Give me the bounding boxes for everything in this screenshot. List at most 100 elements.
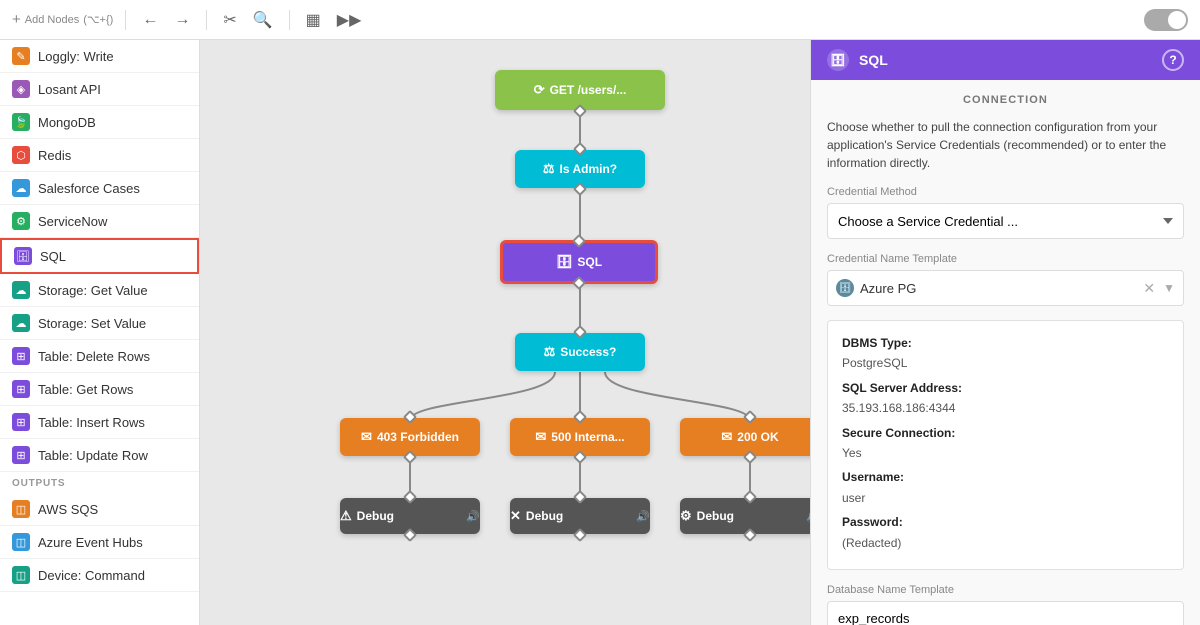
debug-toggle-switch[interactable] [1144,9,1188,31]
credential-method-select[interactable]: Choose a Service Credential ... [827,203,1184,239]
sql-in-connector [572,234,586,248]
debug2-out-connector [573,528,587,542]
node-get-users[interactable]: ⟳ GET /users/... [495,70,665,110]
sidebar-item-table-insert-rows[interactable]: ⊞ Table: Insert Rows [0,406,199,439]
sql-icon: 🗄 [14,247,32,265]
debug2-icon: ✕ [510,508,521,524]
node-is-admin[interactable]: ⚖ Is Admin? [515,150,645,188]
aws-sqs-icon: ◫ [12,500,30,518]
sidebar-item-azure-event-hubs[interactable]: ◫ Azure Event Hubs [0,526,199,559]
credential-name-clear-button[interactable]: ✕ [1141,278,1157,299]
ok-in-connector [743,410,757,424]
sidebar-item-losant-api[interactable]: ◈ Losant API [0,73,199,106]
main-area: ✎ Loggly: Write ◈ Losant API 🍃 MongoDB ⬡… [0,40,1200,625]
internal-out-connector [573,450,587,464]
get-users-out-connector [573,104,587,118]
credential-method-field: Choose a Service Credential ... [827,203,1184,239]
panel-body: CONNECTION Choose whether to pull the co… [811,80,1200,625]
node-403-forbidden[interactable]: ✉ 403 Forbidden [340,418,480,456]
sidebar-item-table-delete-rows[interactable]: ⊞ Table: Delete Rows [0,340,199,373]
outputs-section-label: OUTPUTS [0,472,199,493]
sidebar-item-mongodb[interactable]: 🍃 MongoDB [0,106,199,139]
canvas-connections [200,40,810,625]
panel-section-title: CONNECTION [827,94,1184,106]
forbidden-out-connector [403,450,417,464]
credential-name-dropdown-button[interactable]: ▼ [1163,281,1175,295]
success-icon: ⚖ [544,344,556,360]
debug3-out-connector [743,528,757,542]
salesforce-icon: ☁ [12,179,30,197]
node-debug-1[interactable]: ⚠ Debug 🔊 [340,498,480,534]
sidebar-item-salesforce-cases[interactable]: ☁ Salesforce Cases [0,172,199,205]
success-in-connector [573,325,587,339]
debug-toggle-button[interactable]: ▶▶ [333,8,366,32]
sql-out-connector [572,276,586,290]
db-name-input[interactable] [827,601,1184,625]
debug1-icon: ⚠ [340,508,352,524]
debug1-in-connector [403,490,417,504]
mongodb-icon: 🍃 [12,113,30,131]
table-delete-icon: ⊞ [12,347,30,365]
azure-hubs-icon: ◫ [12,533,30,551]
sidebar-item-servicenow[interactable]: ⚙ ServiceNow [0,205,199,238]
debug2-in-connector [573,490,587,504]
undo-button[interactable]: ← [138,9,162,31]
sidebar-item-sql[interactable]: 🗄 SQL [0,238,199,274]
panel-header: 🗄 SQL ? [811,40,1200,80]
db-name-label: Database Name Template [827,584,1184,596]
credential-method-label: Credential Method [827,186,1184,198]
sidebar-item-redis[interactable]: ⬡ Redis [0,139,199,172]
debug1-out-connector [403,528,417,542]
sidebar-item-loggly-write[interactable]: ✎ Loggly: Write [0,40,199,73]
credential-info-box: DBMS Type: PostgreSQL SQL Server Address… [827,320,1184,570]
fit-button[interactable]: ▦ [302,8,325,32]
toolbar-divider-2 [206,10,207,30]
node-debug-2[interactable]: ✕ Debug 🔊 [510,498,650,534]
redo-button[interactable]: → [170,9,194,31]
node-500-internal[interactable]: ✉ 500 Interna... [510,418,650,456]
sidebar-item-aws-sqs[interactable]: ◫ AWS SQS [0,493,199,526]
servicenow-icon: ⚙ [12,212,30,230]
table-insert-icon: ⊞ [12,413,30,431]
ok-icon: ✉ [721,429,732,445]
panel-description: Choose whether to pull the connection co… [827,118,1184,172]
credential-name-field[interactable]: 🗄 Azure PG ✕ ▼ [827,270,1184,306]
sidebar-item-table-get-rows[interactable]: ⊞ Table: Get Rows [0,373,199,406]
is-admin-in-connector [573,142,587,156]
panel-header-icon: 🗄 [827,49,849,71]
node-sql[interactable]: 🗄 SQL [500,240,658,284]
zoom-button[interactable]: 🔍 [249,8,277,32]
canvas[interactable]: ⟳ GET /users/... ⚖ Is Admin? 🗄 SQL ⚖ Suc… [200,40,810,625]
forbidden-icon: ✉ [361,429,372,445]
node-debug-3[interactable]: ⚙ Debug 🔊 [680,498,810,534]
redis-icon: ⬡ [12,146,30,164]
sidebar-item-device-command[interactable]: ◫ Device: Command [0,559,199,592]
sidebar-item-storage-set-value[interactable]: ☁ Storage: Set Value [0,307,199,340]
internal-in-connector [573,410,587,424]
debug3-icon: ⚙ [680,508,692,524]
toolbar: + Add Nodes (⌥+{) ← → ✂ 🔍 ▦ ▶▶ [0,0,1200,40]
toolbar-divider-3 [289,10,290,30]
device-command-icon: ◫ [12,566,30,584]
sidebar-item-storage-get-value[interactable]: ☁ Storage: Get Value [0,274,199,307]
ok-out-connector [743,450,757,464]
losant-api-icon: ◈ [12,80,30,98]
node-success[interactable]: ⚖ Success? [515,333,645,371]
table-get-icon: ⊞ [12,380,30,398]
cut-button[interactable]: ✂ [219,8,240,32]
storage-get-icon: ☁ [12,281,30,299]
azure-pg-icon: 🗄 [836,279,854,297]
forbidden-in-connector [403,410,417,424]
sidebar-item-table-update-row[interactable]: ⊞ Table: Update Row [0,439,199,472]
sidebar: ✎ Loggly: Write ◈ Losant API 🍃 MongoDB ⬡… [0,40,200,625]
storage-set-icon: ☁ [12,314,30,332]
table-update-icon: ⊞ [12,446,30,464]
add-nodes-button[interactable]: + Add Nodes (⌥+{) [12,11,113,28]
is-admin-icon: ⚖ [543,161,555,177]
internal-icon: ✉ [535,429,546,445]
node-200-ok[interactable]: ✉ 200 OK [680,418,810,456]
sql-node-icon: 🗄 [556,254,573,270]
panel-help-button[interactable]: ? [1162,49,1184,71]
right-panel: 🗄 SQL ? CONNECTION Choose whether to pul… [810,40,1200,625]
get-users-icon: ⟳ [534,82,545,98]
